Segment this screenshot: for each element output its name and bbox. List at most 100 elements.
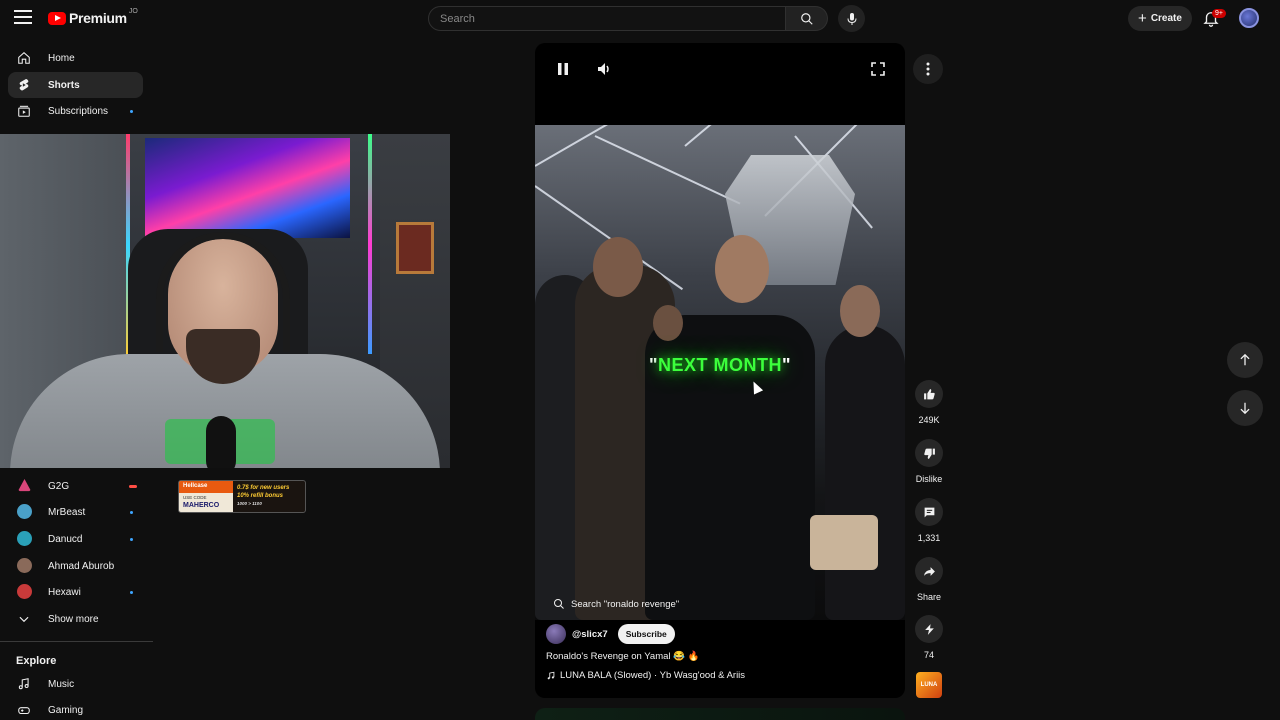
unread-dot bbox=[130, 538, 133, 541]
sidebar-item-gaming[interactable]: Gaming bbox=[8, 697, 143, 720]
channel-avatar bbox=[17, 584, 32, 599]
search-icon bbox=[800, 12, 813, 25]
channel-name: Ahmad Aburob bbox=[48, 560, 115, 572]
arrow-up-icon bbox=[1240, 353, 1250, 366]
subscribe-button[interactable]: Subscribe bbox=[617, 624, 675, 644]
comments-button[interactable] bbox=[915, 498, 943, 526]
more-vertical-icon bbox=[926, 62, 930, 76]
webcam-picture-frame bbox=[396, 222, 434, 274]
comments-action: 1,331 bbox=[904, 498, 954, 543]
sponsor-offer-line: 10% refill bonus bbox=[237, 493, 284, 499]
channel-row: @slicx7 Subscribe bbox=[546, 624, 675, 644]
thumbs-down-icon bbox=[923, 448, 935, 459]
webcam-background-screen bbox=[145, 138, 350, 238]
sponsor-use-code-label: USE CODE bbox=[183, 495, 207, 500]
stage-light-beam bbox=[594, 135, 741, 205]
share-label: Share bbox=[916, 592, 942, 602]
short-music-text: LUNA BALA (Slowed) · Yb Wasg'ood & Ariis bbox=[560, 670, 746, 681]
chevron-down-icon bbox=[19, 616, 29, 623]
show-more-button[interactable]: Show more bbox=[8, 606, 143, 632]
dislike-action: Dislike bbox=[904, 439, 954, 484]
share-action: Share bbox=[904, 557, 954, 602]
subscription-item-ahmad-aburob[interactable]: Ahmad Aburob bbox=[8, 553, 143, 579]
comment-count: 1,331 bbox=[917, 533, 941, 543]
notification-badge: 9+ bbox=[1212, 9, 1226, 18]
sidebar-item-label: Gaming bbox=[48, 704, 84, 716]
pause-icon[interactable] bbox=[555, 61, 571, 77]
crowd-person-face bbox=[593, 237, 643, 297]
subscription-item-g2g[interactable]: G2G bbox=[8, 473, 143, 499]
previous-short-button[interactable] bbox=[1227, 342, 1263, 378]
search-box bbox=[428, 6, 786, 31]
youtube-logo[interactable]: Premium JO bbox=[48, 8, 138, 26]
like-button[interactable] bbox=[915, 380, 943, 408]
subscriptions-icon bbox=[18, 105, 30, 117]
channel-avatar[interactable] bbox=[546, 624, 566, 644]
unread-dot bbox=[130, 511, 133, 514]
search-suggestion-text: Search "ronaldo revenge" bbox=[571, 598, 680, 610]
live-indicator bbox=[129, 485, 137, 488]
sponsor-brand: Hellcase bbox=[179, 481, 233, 493]
menu-icon[interactable] bbox=[14, 10, 32, 26]
next-short-button[interactable] bbox=[1227, 390, 1263, 426]
sound-thumbnail-label: LUNA bbox=[920, 682, 938, 688]
crowd-person-face bbox=[715, 235, 769, 303]
arrow-down-icon bbox=[1240, 402, 1250, 415]
like-count: 249K bbox=[918, 415, 940, 425]
search-icon bbox=[554, 599, 564, 609]
sidebar-item-label: Subscriptions bbox=[48, 105, 109, 117]
account-avatar[interactable] bbox=[1239, 8, 1259, 28]
short-video[interactable]: "NEXT MONTH" bbox=[535, 125, 905, 620]
youtube-play-icon bbox=[48, 11, 66, 25]
thumbs-up-icon bbox=[923, 388, 935, 399]
video-caption-text: NEXT MONTH bbox=[658, 355, 782, 375]
music-note-icon bbox=[547, 671, 555, 679]
stage-light-beam bbox=[684, 125, 793, 147]
short-title[interactable]: Ronaldo's Revenge on Yamal 😂 🔥 bbox=[546, 651, 699, 662]
short-music[interactable]: LUNA BALA (Slowed) · Yb Wasg'ood & Ariis bbox=[546, 670, 745, 681]
sidebar-item-shorts[interactable]: Shorts bbox=[8, 72, 143, 98]
unread-dot bbox=[130, 110, 133, 113]
top-bar: Premium JO + Create 9+ bbox=[0, 0, 1280, 36]
comment-icon bbox=[924, 507, 934, 517]
channel-handle[interactable]: @slicx7 bbox=[572, 629, 608, 640]
sidebar-item-home[interactable]: Home bbox=[8, 45, 143, 71]
streamer-webcam-overlay bbox=[0, 134, 450, 468]
remix-button[interactable] bbox=[915, 615, 943, 643]
channel-name: Danucd bbox=[48, 533, 83, 545]
subscription-item-hexawi[interactable]: Hexawi bbox=[8, 579, 143, 605]
sound-thumbnail[interactable]: LUNA bbox=[916, 672, 942, 698]
webcam-microphone bbox=[206, 416, 236, 468]
show-more-label: Show more bbox=[48, 613, 99, 625]
sponsor-code: MAHERCO bbox=[183, 502, 220, 509]
handbag bbox=[810, 515, 878, 570]
shorts-player[interactable]: "NEXT MONTH" Search "ronaldo revenge" @s… bbox=[535, 43, 905, 698]
music-note-icon bbox=[18, 678, 29, 690]
create-button[interactable]: + Create bbox=[1128, 6, 1192, 31]
volume-icon[interactable] bbox=[596, 61, 612, 77]
channel-avatar bbox=[17, 531, 32, 546]
search-button[interactable] bbox=[786, 6, 828, 31]
sidebar-item-subscriptions[interactable]: Subscriptions bbox=[8, 98, 143, 124]
create-label: Create bbox=[1150, 13, 1182, 24]
sidebar-item-label: Music bbox=[48, 678, 75, 690]
subscription-item-mrbeast[interactable]: MrBeast bbox=[8, 499, 143, 525]
voice-search-button[interactable] bbox=[838, 5, 865, 32]
search-input[interactable] bbox=[429, 7, 785, 30]
shorts-icon bbox=[19, 78, 29, 91]
more-options-button[interactable] bbox=[913, 54, 943, 84]
explore-heading: Explore bbox=[16, 655, 57, 667]
share-button[interactable] bbox=[915, 557, 943, 585]
dislike-label: Dislike bbox=[915, 474, 943, 484]
search-suggestion[interactable]: Search "ronaldo revenge" bbox=[553, 598, 679, 610]
dislike-button[interactable] bbox=[915, 439, 943, 467]
channel-avatar bbox=[17, 558, 32, 573]
subscription-item-danucd[interactable]: Danucd bbox=[8, 526, 143, 552]
microphone-icon bbox=[847, 12, 856, 25]
stage-light-beam bbox=[535, 125, 709, 167]
fullscreen-icon[interactable] bbox=[870, 61, 886, 77]
sidebar-item-music[interactable]: Music bbox=[8, 671, 143, 697]
sponsor-banner: Hellcase USE CODE MAHERCO 0.7$ for new u… bbox=[178, 480, 306, 513]
channel-avatar bbox=[17, 504, 32, 519]
next-short-preview[interactable] bbox=[535, 708, 905, 720]
